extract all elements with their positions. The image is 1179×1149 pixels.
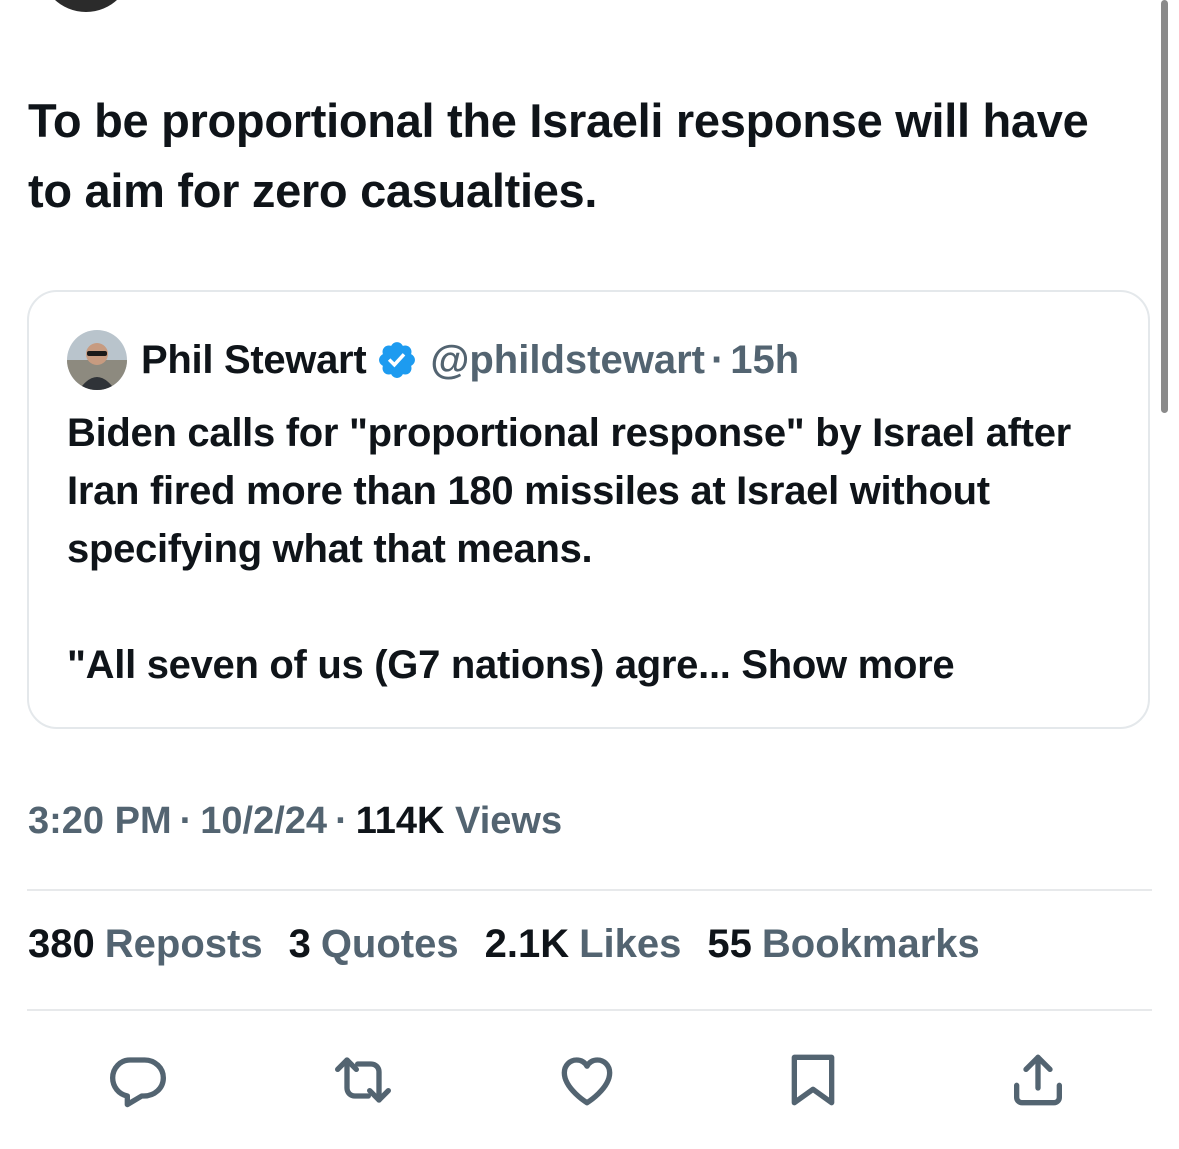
truncated-text: "All seven of us (G7 nations) agre... — [67, 643, 731, 687]
engagement-stats: 380 Reposts 3 Quotes 2.1K Likes 55 Bookmarks — [28, 922, 1006, 967]
divider — [27, 1009, 1152, 1011]
views-count: 114K — [355, 800, 445, 842]
quotes-label: Quotes — [320, 922, 459, 966]
repost-button[interactable] — [323, 1040, 403, 1120]
quoted-author-handle[interactable]: @phildstewart — [430, 338, 705, 383]
divider — [27, 889, 1152, 891]
meta-separator: · — [179, 800, 193, 842]
share-button[interactable] — [998, 1040, 1078, 1120]
author-avatar[interactable] — [40, 0, 132, 12]
tweet-date[interactable]: 10/2/24 — [200, 800, 327, 842]
bookmark-button[interactable] — [773, 1040, 853, 1120]
quotes-count: 3 — [288, 922, 311, 966]
header-separator: · — [710, 337, 725, 382]
quoted-tweet-time[interactable]: 15h — [730, 338, 799, 383]
like-button[interactable] — [547, 1040, 627, 1120]
quotes-stat[interactable]: 3 Quotes — [289, 922, 459, 967]
quoted-tweet-header: Phil Stewart @phildstewart · 15h — [67, 329, 799, 391]
likes-stat[interactable]: 2.1K Likes — [485, 922, 682, 967]
verified-badge-icon — [379, 342, 416, 378]
quoted-tweet-paragraph: Biden calls for "proportional response" … — [67, 411, 1071, 571]
bookmarks-stat[interactable]: 55 Bookmarks — [707, 922, 979, 967]
quoted-tweet-card[interactable]: Phil Stewart @phildstewart · 15h Biden c… — [27, 290, 1150, 729]
quoted-tweet-body: Biden calls for "proportional response" … — [67, 404, 1127, 694]
reply-button[interactable] — [98, 1040, 178, 1120]
heart-icon — [561, 1057, 613, 1106]
reposts-count: 380 — [28, 922, 95, 966]
views-label: Views — [455, 800, 563, 842]
scrollbar[interactable] — [1161, 0, 1168, 413]
likes-count: 2.1K — [484, 922, 570, 966]
quoted-author-avatar[interactable] — [67, 330, 127, 390]
bookmarks-count: 55 — [707, 922, 752, 966]
tweet-time[interactable]: 3:20 PM — [28, 800, 172, 842]
bookmarks-label: Bookmarks — [761, 922, 980, 966]
action-bar — [0, 1040, 1179, 1120]
reposts-stat[interactable]: 380 Reposts — [28, 922, 263, 967]
quoted-tweet-paragraph-truncated: "All seven of us (G7 nations) agre... Sh… — [67, 636, 1127, 694]
bookmark-icon — [791, 1054, 835, 1106]
meta-separator: · — [335, 800, 348, 842]
repost-icon — [335, 1057, 391, 1103]
show-more-link[interactable]: Show more — [741, 643, 954, 687]
share-icon — [1014, 1054, 1062, 1106]
tweet-meta: 3:20 PM · 10/2/24 · 114K Views — [28, 800, 562, 843]
likes-label: Likes — [579, 922, 682, 966]
tweet-text: To be proportional the Israeli response … — [28, 94, 1089, 217]
quoted-author-name[interactable]: Phil Stewart — [141, 338, 367, 383]
reposts-label: Reposts — [104, 922, 263, 966]
reply-icon — [110, 1057, 166, 1108]
